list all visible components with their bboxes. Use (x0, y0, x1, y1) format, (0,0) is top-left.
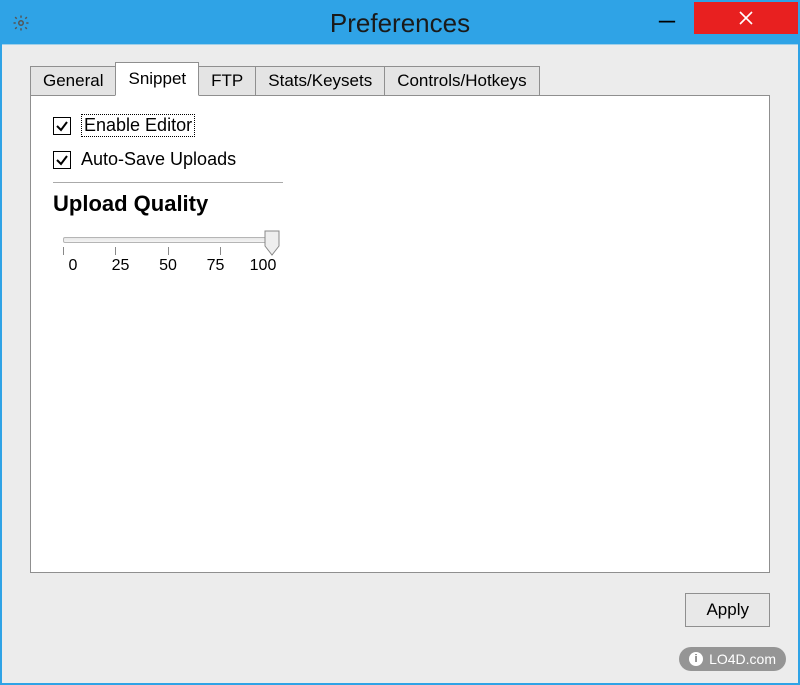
upload-quality-slider: 0 25 50 75 100 (53, 231, 283, 275)
divider (53, 182, 283, 183)
tab-label: Controls/Hotkeys (397, 71, 526, 90)
button-row: Apply (30, 593, 770, 627)
tick (63, 247, 64, 255)
upload-quality-heading: Upload Quality (53, 191, 747, 217)
watermark-label: LO4D.com (709, 651, 776, 667)
watermark-icon: i (689, 652, 703, 666)
slider-tick-labels: 0 25 50 75 100 (53, 257, 283, 275)
watermark: i LO4D.com (679, 647, 786, 671)
minimize-button[interactable]: _ (640, 2, 694, 34)
slider-thumb[interactable] (264, 230, 280, 256)
auto-save-uploads-checkbox[interactable] (53, 151, 71, 169)
tab-stats-keysets[interactable]: Stats/Keysets (255, 66, 385, 95)
tab-ftp[interactable]: FTP (198, 66, 256, 95)
gear-icon (12, 14, 30, 32)
close-button[interactable] (694, 2, 798, 34)
tick-label: 25 (101, 257, 141, 275)
apply-button-label: Apply (706, 600, 749, 619)
auto-save-uploads-label: Auto-Save Uploads (81, 149, 236, 170)
tab-snippet[interactable]: Snippet (115, 62, 199, 96)
window-controls: _ (640, 2, 798, 34)
client-area: General Snippet FTP Stats/Keysets Contro… (2, 44, 798, 683)
tick (168, 247, 169, 255)
tab-general[interactable]: General (30, 66, 116, 95)
preferences-window: Preferences _ General Snippet FTP Stats/… (0, 0, 800, 685)
enable-editor-row: Enable Editor (53, 114, 747, 137)
tick (220, 247, 221, 255)
enable-editor-label: Enable Editor (81, 114, 195, 137)
window-title: Preferences (330, 8, 470, 39)
tick (115, 247, 116, 255)
tab-label: General (43, 71, 103, 90)
apply-button[interactable]: Apply (685, 593, 770, 627)
tick-label: 100 (243, 257, 283, 275)
tick-label: 75 (196, 257, 236, 275)
tab-content: Enable Editor Auto-Save Uploads Upload Q… (30, 95, 770, 573)
tab-label: Stats/Keysets (268, 71, 372, 90)
slider-ticks (63, 247, 273, 255)
tab-label: Snippet (128, 69, 186, 88)
tick-label: 50 (148, 257, 188, 275)
tab-label: FTP (211, 71, 243, 90)
auto-save-uploads-row: Auto-Save Uploads (53, 149, 747, 170)
tick-label: 0 (53, 257, 93, 275)
enable-editor-checkbox[interactable] (53, 117, 71, 135)
title-bar: Preferences _ (2, 2, 798, 44)
tab-bar: General Snippet FTP Stats/Keysets Contro… (30, 63, 770, 95)
slider-track[interactable] (63, 237, 273, 243)
tab-controls-hotkeys[interactable]: Controls/Hotkeys (384, 66, 539, 95)
